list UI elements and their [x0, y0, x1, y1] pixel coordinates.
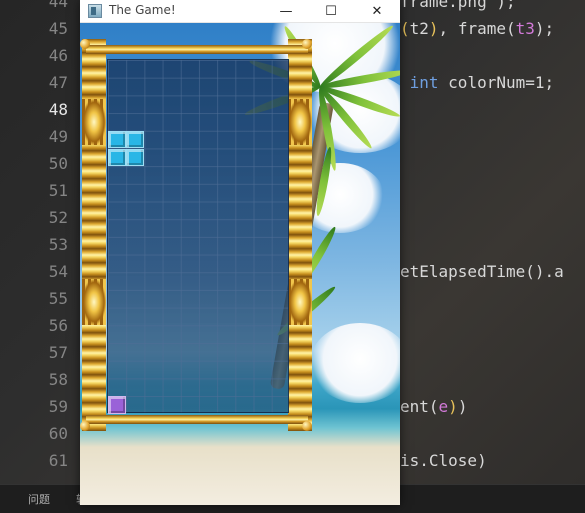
code-line: (t2), frame(t3);	[400, 19, 555, 38]
frame-corner-knob	[302, 39, 312, 49]
frame-corner-knob	[302, 421, 312, 431]
line-number: 57	[48, 343, 68, 362]
board-frame	[80, 39, 312, 431]
app-icon	[88, 4, 102, 18]
active-piece-block	[126, 148, 145, 167]
line-number: 45	[48, 19, 68, 38]
code-line: etElapsedTime().a	[400, 262, 564, 281]
line-number: 56	[48, 316, 68, 335]
code-line: ent(e))	[400, 397, 468, 416]
line-number: 61	[48, 451, 68, 470]
frame-top-rail	[86, 45, 308, 54]
frame-ornament	[288, 99, 312, 145]
line-number: 60	[48, 424, 68, 443]
frame-bottom-rail	[86, 415, 308, 424]
close-button[interactable]: ✕	[354, 0, 400, 23]
line-number: 50	[48, 154, 68, 173]
frame-left-rail	[82, 39, 106, 431]
window-title: The Game!	[109, 3, 176, 17]
tetris-board[interactable]	[107, 59, 289, 414]
active-piece-block	[108, 130, 127, 149]
minimize-button[interactable]: —	[263, 0, 309, 23]
code-line: int colorNum=1;	[400, 73, 555, 92]
line-number: 58	[48, 370, 68, 389]
settled-block	[108, 396, 127, 414]
code-line: frame.png");	[400, 0, 516, 11]
frame-corner-knob	[80, 39, 90, 49]
active-piece-block	[108, 148, 127, 167]
active-piece-block	[126, 130, 145, 149]
line-number: 59	[48, 397, 68, 416]
line-number: 47	[48, 73, 68, 92]
cloud-image	[310, 323, 400, 403]
maximize-button[interactable]: ☐	[308, 0, 354, 23]
line-number: 46	[48, 46, 68, 65]
game-window: The Game! — ☐ ✕	[80, 0, 400, 505]
line-number: 48	[48, 100, 68, 119]
line-number: 52	[48, 208, 68, 227]
title-bar[interactable]: The Game! — ☐ ✕	[80, 0, 400, 23]
frame-ornament	[82, 99, 106, 145]
line-number: 44	[48, 0, 68, 11]
game-canvas[interactable]	[80, 23, 400, 505]
code-line: is.Close)	[400, 451, 487, 470]
frame-corner-knob	[80, 421, 90, 431]
line-number: 54	[48, 262, 68, 281]
frame-ornament	[288, 279, 312, 325]
line-number: 49	[48, 127, 68, 146]
frame-ornament	[82, 279, 106, 325]
line-number: 51	[48, 181, 68, 200]
line-number: 55	[48, 289, 68, 308]
line-number: 53	[48, 235, 68, 254]
frame-right-rail	[288, 39, 312, 431]
problems-tab[interactable]: 问题	[28, 491, 50, 507]
